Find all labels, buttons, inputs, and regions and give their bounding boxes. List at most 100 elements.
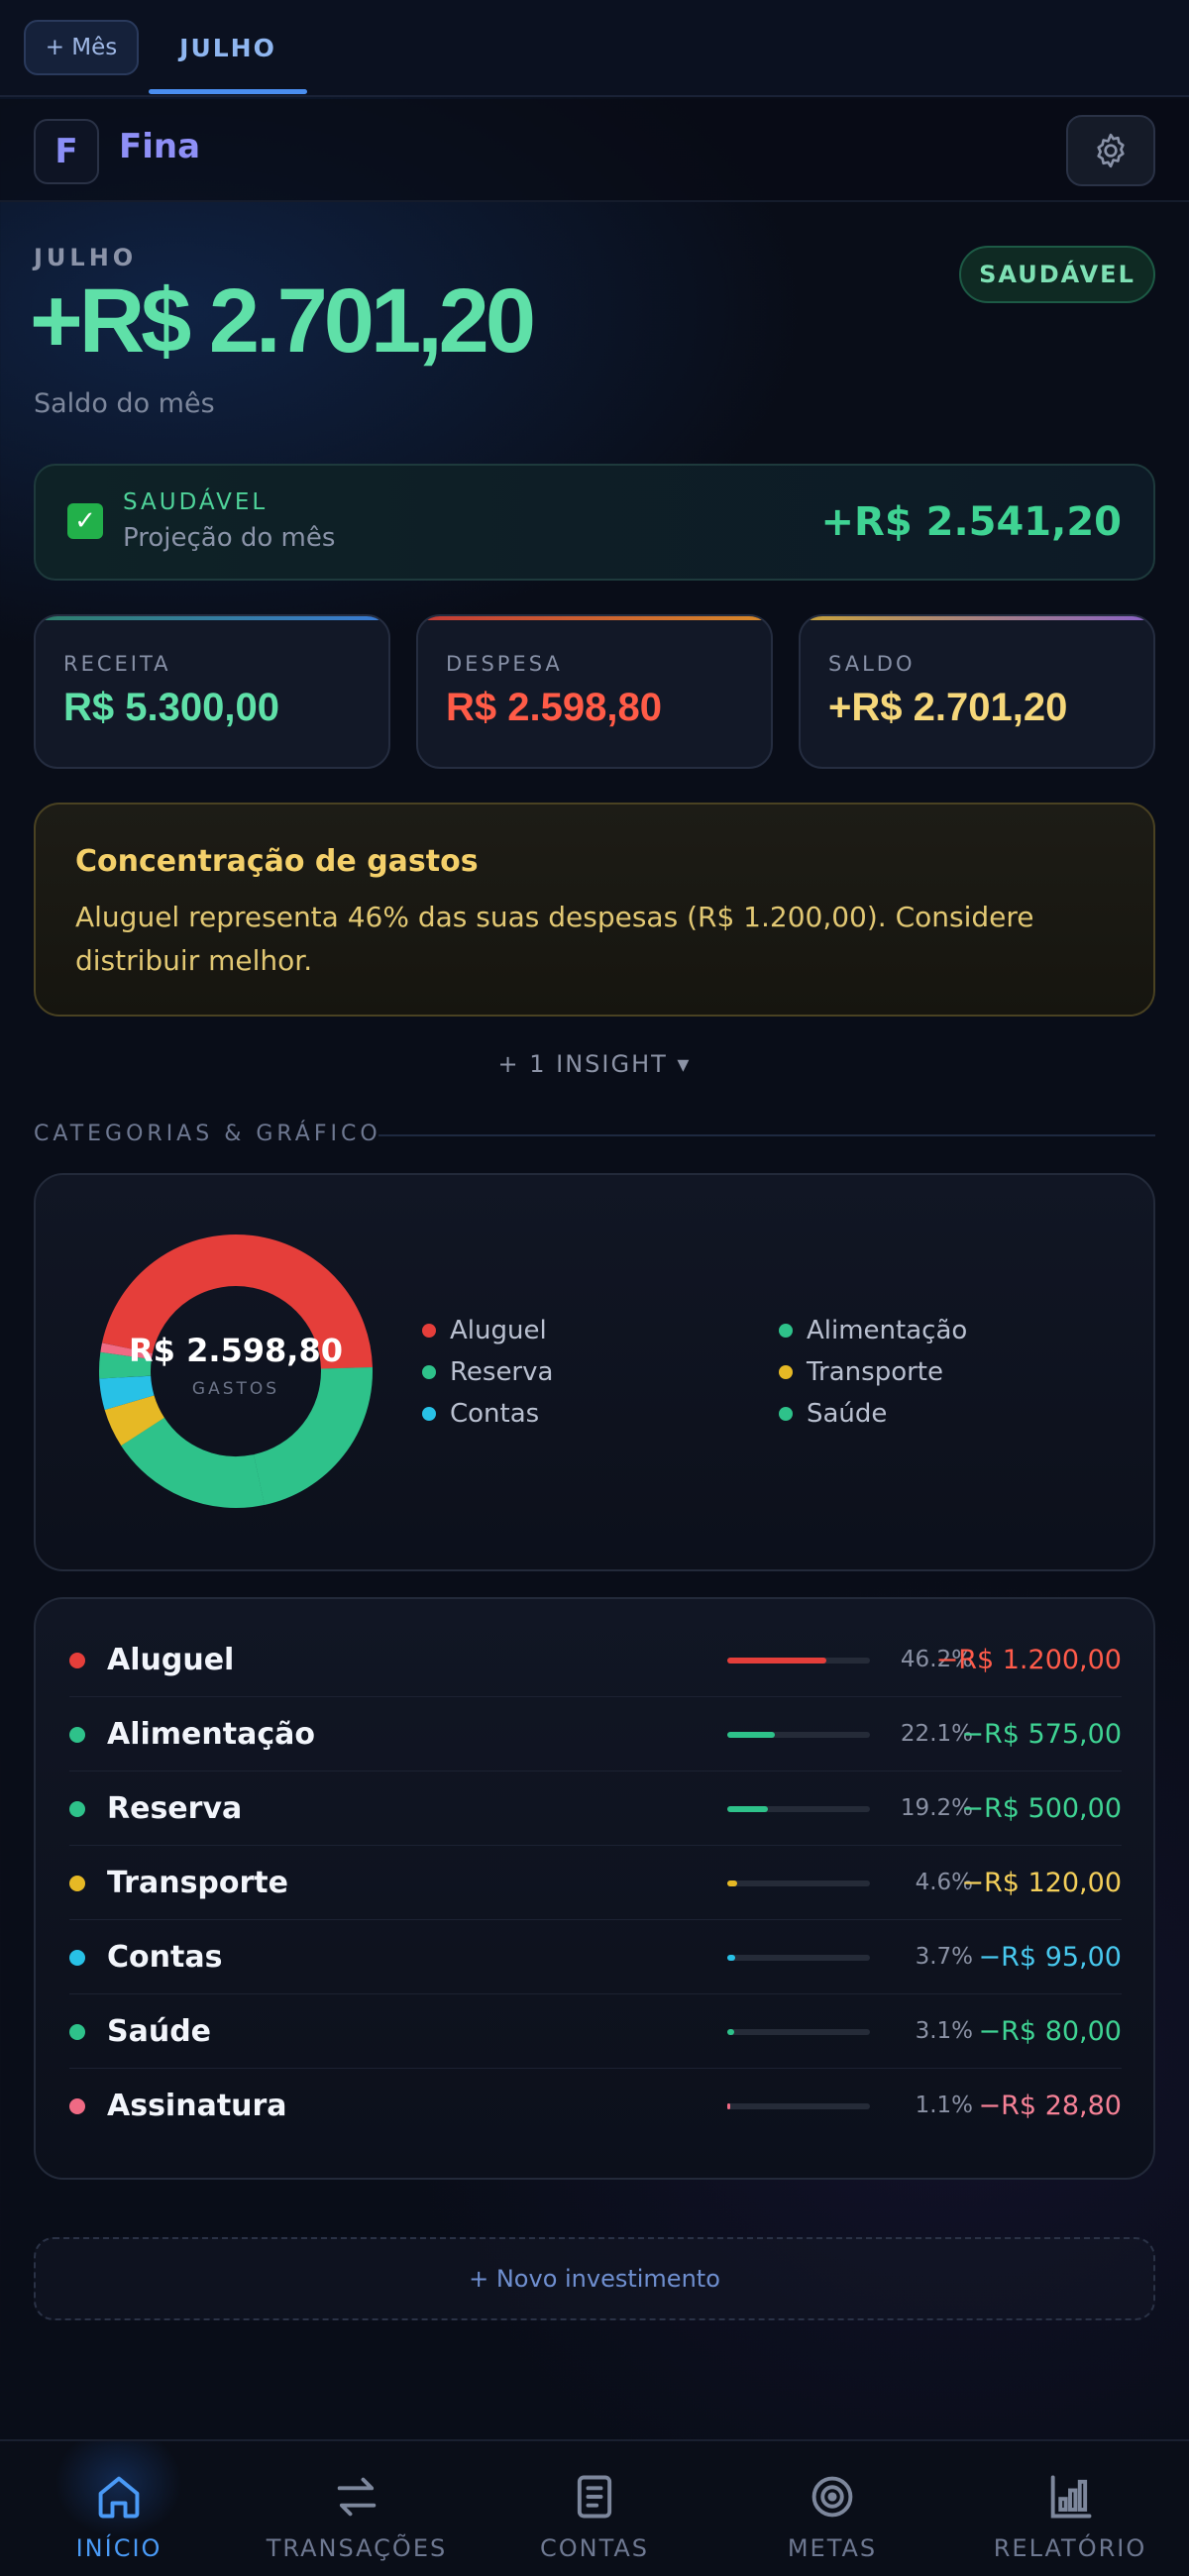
legend-item: Saúde [779,1399,887,1429]
legend-dot [779,1407,793,1421]
projection-value: +R$ 2.541,20 [820,499,1122,545]
stat-accent-bar [801,616,1153,620]
category-dot [69,1876,85,1891]
category-name: Saúde [107,2014,212,2049]
legend-label: Saúde [807,1399,888,1429]
category-bar [727,2029,870,2035]
add-month-button[interactable]: + Mês [24,20,139,75]
new-investment-button[interactable]: + Novo investimento [34,2237,1155,2320]
nav-metas[interactable]: METAS [713,2441,951,2576]
nav-label: RELATÓRIO [993,2534,1147,2562]
stat-label: DESPESA [446,652,563,676]
nav-label: INÍCIO [75,2534,162,2562]
stat-value: R$ 2.598,80 [446,686,662,729]
category-name: Contas [107,1940,223,1975]
category-name: Reserva [107,1791,243,1826]
target-icon [811,2476,853,2518]
category-percent: 22.1% [900,1721,973,1747]
legend-item: Transporte [779,1357,943,1387]
legend-label: Transporte [807,1357,943,1387]
category-bar [727,1658,870,1664]
balance-caption: Saldo do mês [34,388,215,419]
projection-label: Projeção do mês [123,523,336,553]
legend-label: Contas [450,1399,540,1429]
nav-label: TRANSAÇÕES [266,2534,448,2562]
legend-dot [779,1365,793,1379]
category-amount: −R$ 80,00 [978,2016,1122,2047]
month-bar: + Mês JULHO [0,0,1189,97]
category-percent: 3.7% [915,1944,973,1970]
category-bar [727,2103,870,2109]
stat-value: R$ 5.300,00 [63,686,279,729]
more-insights-button[interactable]: + 1 INSIGHT ▾ [476,1050,713,1088]
category-percent: 4.6% [915,1870,973,1895]
category-dot [69,1653,85,1668]
insight-text: Aluguel representa 46% das suas despesas… [75,901,1034,977]
gear-icon [1097,133,1125,168]
stat-label: RECEITA [63,652,171,676]
category-dot [69,1727,85,1743]
app-header: F Fina [0,99,1189,202]
bottom-nav: INÍCIO TRANSAÇÕES CONTAS METAS RELATÓRIO [0,2439,1189,2576]
category-percent: 19.2% [900,1795,973,1821]
nav-label: METAS [787,2534,878,2562]
category-name: Assinatura [107,2089,287,2123]
nav-transacoes[interactable]: TRANSAÇÕES [238,2441,476,2576]
category-name: Transporte [107,1866,288,1900]
category-row-saude[interactable]: Saúde 3.1% −R$ 80,00 [69,1994,1122,2069]
nav-relatorio[interactable]: RELATÓRIO [951,2441,1189,2576]
category-row-transporte[interactable]: Transporte 4.6% −R$ 120,00 [69,1846,1122,1920]
bar-chart-icon [1050,2475,1092,2519]
category-list: Aluguel 46.2% −R$ 1.200,00 Alimentação 2… [34,1597,1155,2180]
legend-label: Reserva [450,1357,554,1387]
donut-caption: GASTOS [191,1379,280,1399]
category-amount: −R$ 28,80 [978,2091,1122,2121]
category-amount: −R$ 1.200,00 [935,1645,1122,1675]
stat-label: SALDO [828,652,916,676]
app-brand: Fina [119,127,201,166]
legend-label: Aluguel [450,1316,547,1345]
category-amount: −R$ 95,00 [978,1942,1122,1973]
document-icon [577,2475,612,2519]
nav-inicio[interactable]: INÍCIO [0,2441,238,2576]
category-row-alimentacao[interactable]: Alimentação 22.1% −R$ 575,00 [69,1697,1122,1771]
tab-month-active[interactable]: JULHO [149,0,307,95]
legend-item: Reserva [422,1357,553,1387]
stat-accent-bar [36,616,388,620]
category-bar [727,1806,870,1812]
legend-dot [779,1324,793,1338]
category-row-contas[interactable]: Contas 3.7% −R$ 95,00 [69,1920,1122,1994]
category-dot [69,2024,85,2040]
insight-title: Concentração de gastos [75,844,479,879]
category-bar-fill [727,1658,826,1664]
hero-month: JULHO [34,244,138,271]
tab-underline [149,89,307,94]
stat-card-expense: DESPESA R$ 2.598,80 [416,614,773,769]
settings-button[interactable] [1066,115,1155,186]
category-row-assinatura[interactable]: Assinatura 1.1% −R$ 28,80 [69,2069,1122,2143]
category-bar-fill [727,1806,768,1812]
nav-contas[interactable]: CONTAS [476,2441,713,2576]
category-bar-fill [727,2103,730,2109]
nav-label: CONTAS [539,2534,650,2562]
category-dot [69,1801,85,1817]
category-bar-fill [727,1732,775,1738]
category-name: Aluguel [107,1643,235,1677]
category-dot [69,2098,85,2114]
category-dot [69,1950,85,1966]
stat-card-income: RECEITA R$ 5.300,00 [34,614,390,769]
chart-card: R$ 2.598,80 GASTOS Aluguel Alimentação R… [34,1173,1155,1571]
projection-card: ✓ SAUDÁVEL Projeção do mês +R$ 2.541,20 [34,464,1155,581]
stat-card-balance: SALDO +R$ 2.701,20 [799,614,1155,769]
category-bar [727,1955,870,1961]
section-divider [378,1134,1155,1136]
app-logo: F [34,119,99,184]
legend-dot [422,1365,436,1379]
category-row-reserva[interactable]: Reserva 19.2% −R$ 500,00 [69,1771,1122,1846]
category-amount: −R$ 120,00 [961,1868,1122,1898]
category-row-aluguel[interactable]: Aluguel 46.2% −R$ 1.200,00 [69,1623,1122,1697]
legend-label: Alimentação [807,1316,968,1345]
category-bar-fill [727,1880,737,1886]
donut-total: R$ 2.598,80 [129,1332,343,1369]
projection-status: SAUDÁVEL [123,489,269,515]
